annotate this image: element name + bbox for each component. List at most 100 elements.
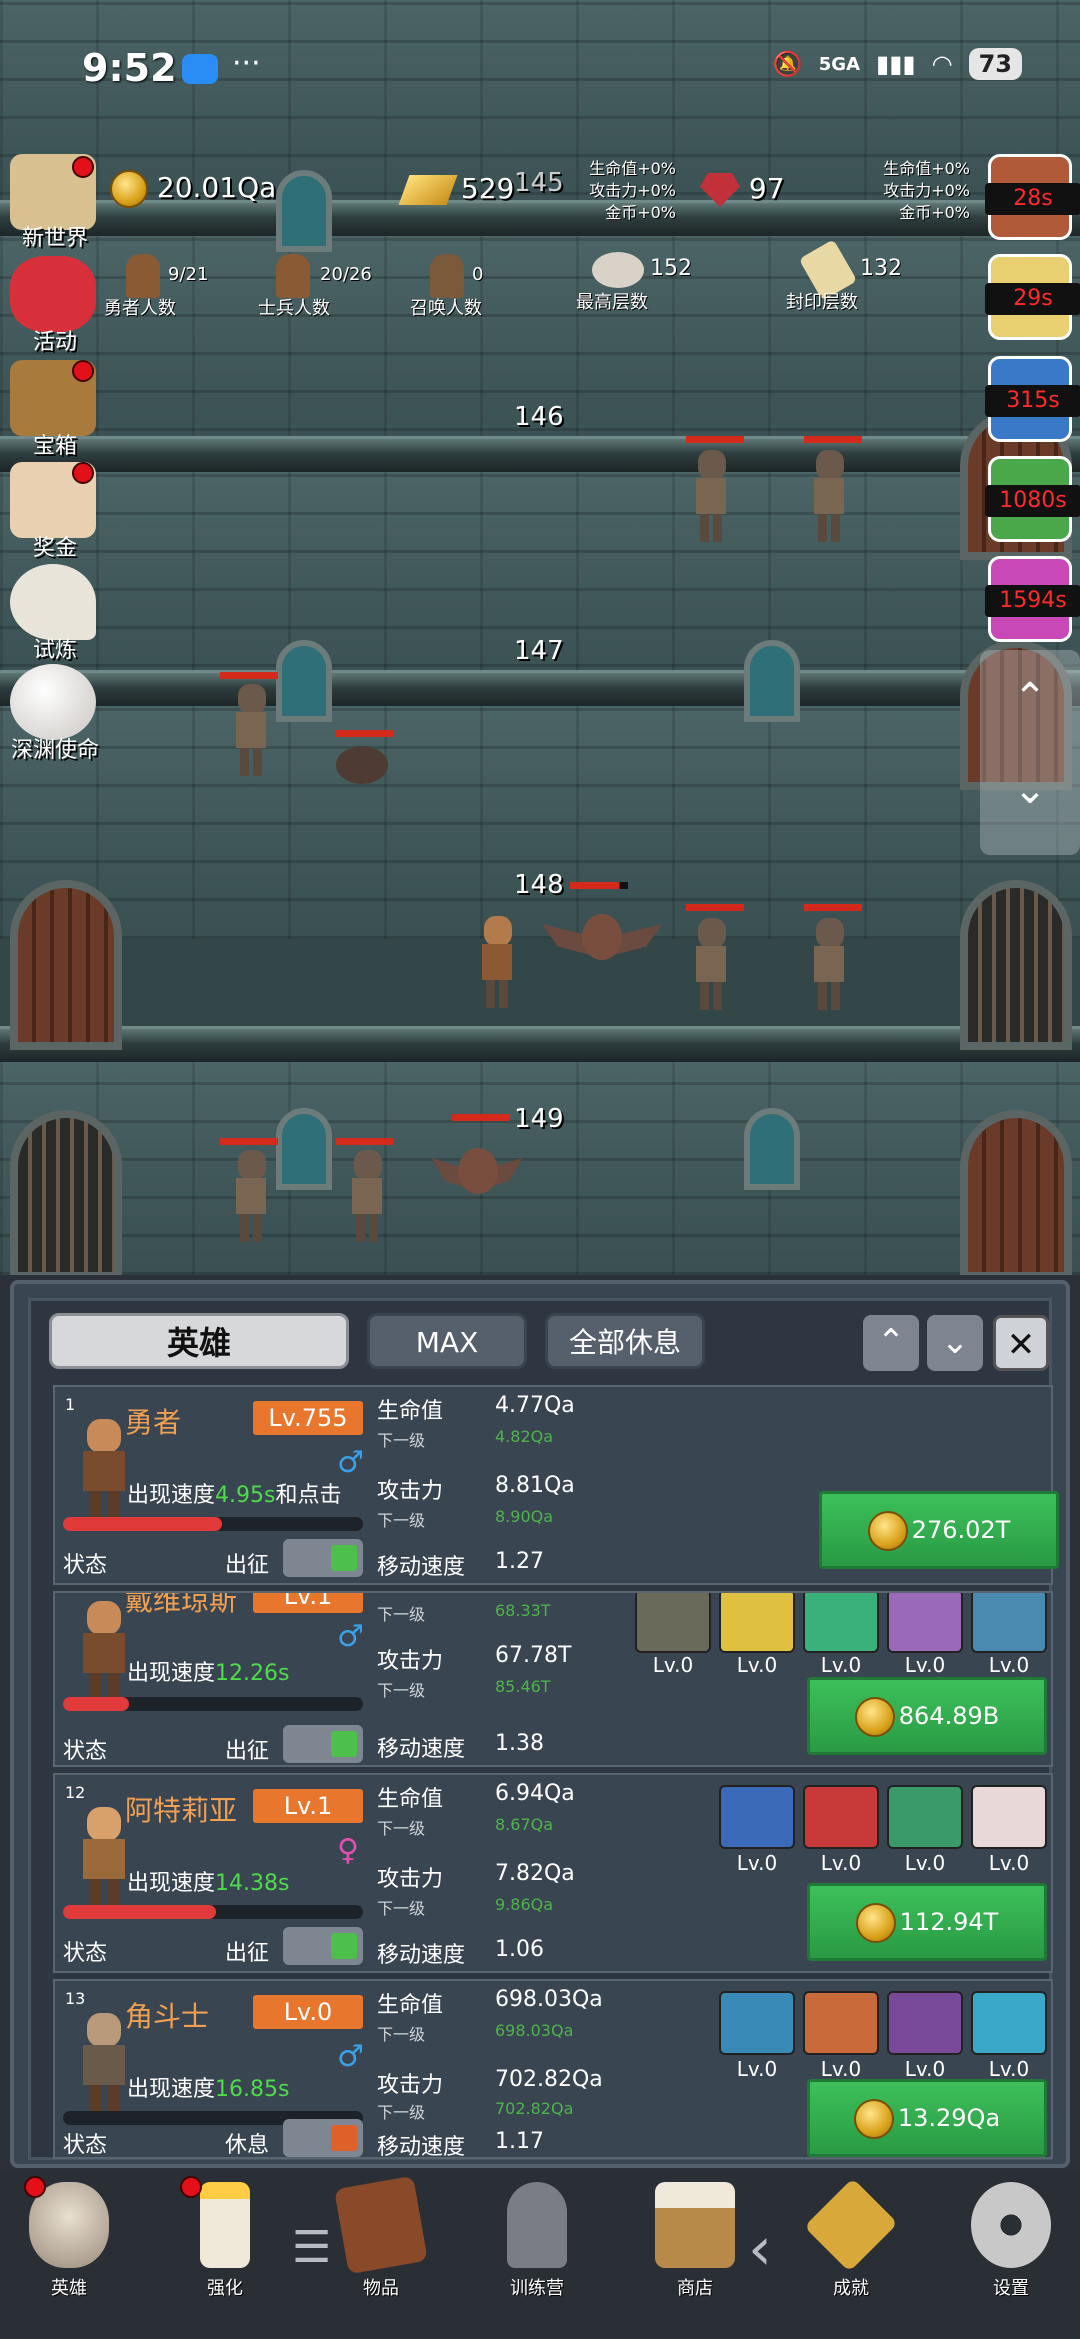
hero-card[interactable]: 13 角斗士 Lv.0 ♂ 出现速度16.85s 状态 休息 生命值 698.0… <box>53 1979 1053 2160</box>
skill-boot-icon[interactable] <box>887 1991 963 2055</box>
attack-label: 攻击力 <box>377 1649 444 1674</box>
upgrade-button[interactable]: 864.89B <box>807 1677 1047 1755</box>
skill-boot-icon[interactable] <box>803 1593 879 1653</box>
key-icon <box>804 2178 898 2272</box>
hero-hp-bar <box>63 1517 363 1531</box>
dungeon-window <box>744 640 800 722</box>
nav-items[interactable]: 物品 <box>326 2175 436 2312</box>
skill-skull-icon[interactable] <box>635 1593 711 1653</box>
scroll-down-button[interactable]: ⌄ <box>1004 770 1056 810</box>
hero-hp-bar <box>63 1905 363 1919</box>
move-speed-value: 1.17 <box>495 2129 544 2154</box>
seal-floor-label: 封印层数 <box>786 292 858 313</box>
move-speed-value: 1.06 <box>495 1937 544 1962</box>
nav-training-camp[interactable]: 训练营 <box>482 2182 592 2312</box>
scroll-up-button[interactable]: ⌃ <box>1004 678 1056 718</box>
toggle-indicator <box>331 2125 357 2151</box>
buff-slot[interactable]: 315s <box>985 356 1080 442</box>
panel-up-button[interactable]: ⌃ <box>863 1315 919 1371</box>
next-level-label: 下一级 <box>377 2103 426 2122</box>
side-label: 新世界 <box>21 226 88 251</box>
hero-card[interactable]: 1 勇者 Lv.755 ♂ 出现速度4.95s和点击 状态 出征 生命值 4.7… <box>53 1385 1059 1585</box>
dungeon-gate <box>960 880 1072 1050</box>
skill-blood-icon[interactable] <box>803 1785 879 1849</box>
hp-next-value: 698.03Qa <box>495 2021 574 2040</box>
side-bonus[interactable]: 奖金 <box>0 462 100 572</box>
nav-shop[interactable]: 商店 <box>640 2182 750 2312</box>
bottom-nav: 英雄 强化 ☰ 物品 训练营 商店 ‹ 成就 设置 <box>0 2170 1080 2339</box>
buff-slot[interactable]: 29s <box>985 254 1080 340</box>
skill-level: Lv.0 <box>904 1851 946 1875</box>
skill-level: Lv.0 <box>736 1851 778 1875</box>
upgrade-button[interactable]: 276.02T <box>819 1491 1059 1569</box>
hp-value: 698.03Qa <box>495 1987 603 2012</box>
hp-next-value: 4.82Qa <box>495 1427 554 1446</box>
deploy-toggle[interactable] <box>283 1927 363 1965</box>
hero-level-badge: Lv.755 <box>253 1401 363 1435</box>
bonus-attack: 攻击力+0% <box>883 181 970 200</box>
hero-name: 勇者 <box>125 1406 182 1439</box>
side-treasure-chest[interactable]: 宝箱 <box>0 360 100 470</box>
attack-value: 7.82Qa <box>495 1861 575 1886</box>
deploy-toggle[interactable] <box>283 1725 363 1763</box>
side-abyss-mission[interactable]: 深渊使命 <box>0 664 100 774</box>
soldier-count-value: 20/26 <box>320 264 372 285</box>
gold-bar-counter: 529 <box>398 172 514 205</box>
pearl-icon <box>10 664 96 740</box>
nav-label: 英雄 <box>51 2278 87 2299</box>
skill-slash-icon[interactable] <box>719 1593 795 1653</box>
nav-enhance[interactable]: 强化 <box>170 2176 280 2312</box>
back-icon[interactable]: ‹ <box>748 2214 772 2284</box>
buff-slot[interactable]: 1594s <box>985 556 1080 642</box>
side-events[interactable]: 活动 <box>0 256 100 366</box>
hero-card[interactable]: 戴维琼斯 Lv.1 ♂ 出现速度12.26s 状态 出征 下一级 68.33T … <box>53 1591 1053 1767</box>
skill-shield-icon[interactable] <box>719 1785 795 1849</box>
upgrade-button[interactable]: 112.94T <box>807 1883 1047 1961</box>
nav-label: 物品 <box>363 2278 399 2299</box>
deploy-toggle[interactable] <box>283 1539 363 1577</box>
bonus-stats-right: 生命值+0% 攻击力+0% 金币+0% <box>864 158 970 224</box>
buff-slot[interactable]: 1080s <box>985 456 1080 542</box>
zombie-enemy <box>234 1150 268 1242</box>
nav-label: 成就 <box>833 2278 869 2299</box>
skill-beast-icon[interactable] <box>971 1593 1047 1653</box>
hero-count-label: 勇者人数 <box>104 298 176 319</box>
move-speed-value: 1.27 <box>495 1549 544 1574</box>
hero-index: 13 <box>65 1989 86 2008</box>
skill-level: Lv.0 <box>736 2057 778 2081</box>
panel-down-button[interactable]: ⌄ <box>927 1315 983 1371</box>
hero-card[interactable]: 12 阿特莉亚 Lv.1 ♀ 出现速度14.38s 状态 出征 生命值 6.94… <box>53 1773 1053 1973</box>
nav-achievements[interactable]: 成就 <box>796 2178 906 2312</box>
skill-arrows-icon[interactable] <box>887 1785 963 1849</box>
side-new-world[interactable]: 新世界 <box>0 154 100 264</box>
skill-hammer-icon[interactable] <box>803 1991 879 2055</box>
hero-level-badge: Lv.0 <box>253 1995 363 2029</box>
panel-close-button[interactable]: ✕ <box>993 1315 1049 1371</box>
nav-heroes[interactable]: 英雄 <box>14 2176 124 2312</box>
max-button[interactable]: MAX <box>367 1313 527 1369</box>
nav-label: 商店 <box>677 2278 713 2299</box>
tab-heroes[interactable]: 英雄 <box>49 1313 349 1369</box>
skill-heart-icon[interactable] <box>971 1785 1047 1849</box>
summon-count-value: 0 <box>472 264 484 285</box>
buff-timer: 29s <box>985 283 1080 315</box>
notification-dot <box>72 462 94 484</box>
skill-claw-icon[interactable] <box>887 1593 963 1653</box>
floor-ledge <box>0 1026 1080 1062</box>
next-level-label: 下一级 <box>377 1899 426 1918</box>
hero-hp-bar <box>63 1697 363 1711</box>
skill-level: Lv.0 <box>736 1653 778 1677</box>
side-trial[interactable]: 试炼 <box>0 564 100 674</box>
skill-hourglass-icon[interactable] <box>971 1991 1047 2055</box>
upgrade-button[interactable]: 13.29Qa <box>807 2079 1047 2157</box>
skill-wind-icon[interactable] <box>719 1991 795 2055</box>
male-icon: ♂ <box>337 1445 364 1480</box>
nav-settings[interactable]: 设置 <box>956 2182 1066 2312</box>
enemy-hp-bar <box>220 672 278 679</box>
hero-name: 阿特莉亚 <box>125 1794 238 1827</box>
rest-all-button[interactable]: 全部休息 <box>545 1313 705 1369</box>
appear-speed: 出现速度12.26s <box>127 1661 290 1686</box>
deploy-toggle[interactable] <box>283 2119 363 2157</box>
next-level-label: 下一级 <box>377 2025 426 2044</box>
buff-slot[interactable]: 28s <box>985 154 1080 240</box>
